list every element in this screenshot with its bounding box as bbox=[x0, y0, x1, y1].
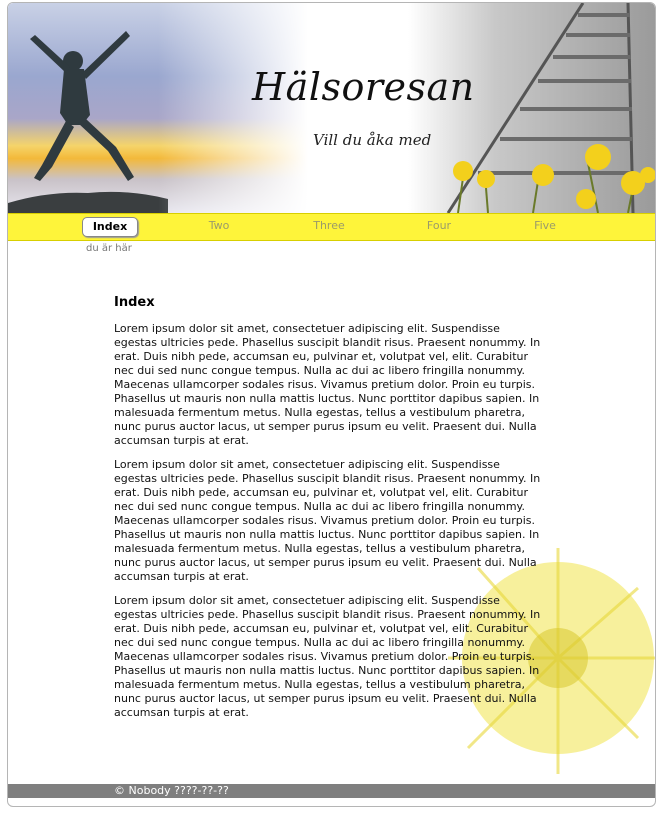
content-paragraph: Lorem ipsum dolor sit amet, consectetuer… bbox=[114, 458, 541, 583]
footer-copyright: © Nobody ????-??-?? bbox=[114, 784, 229, 797]
page-frame: Hälsoresan Vill du åka med Index Two Thr… bbox=[7, 2, 656, 807]
nav-item-two[interactable]: Two bbox=[194, 217, 244, 235]
header-banner: Hälsoresan Vill du åka med bbox=[8, 3, 655, 213]
page-heading: Index bbox=[114, 295, 155, 310]
nav-item-three[interactable]: Three bbox=[304, 217, 354, 235]
main-navigation: Index Two Three Four Five bbox=[8, 213, 655, 241]
footer-bar: © Nobody ????-??-?? bbox=[8, 784, 655, 798]
nav-item-index[interactable]: Index bbox=[82, 217, 138, 237]
site-subtitle: Vill du åka med bbox=[313, 131, 432, 149]
site-title: Hälsoresan bbox=[252, 65, 475, 109]
nav-item-five[interactable]: Five bbox=[520, 217, 570, 235]
breadcrumb: du är här bbox=[86, 243, 132, 254]
flowers-image bbox=[453, 144, 655, 213]
content-paragraph: Lorem ipsum dolor sit amet, consectetuer… bbox=[114, 594, 541, 719]
nav-item-four[interactable]: Four bbox=[414, 217, 464, 235]
main-content: Index Lorem ipsum dolor sit amet, consec… bbox=[114, 295, 544, 730]
content-paragraph: Lorem ipsum dolor sit amet, consectetuer… bbox=[114, 322, 541, 447]
